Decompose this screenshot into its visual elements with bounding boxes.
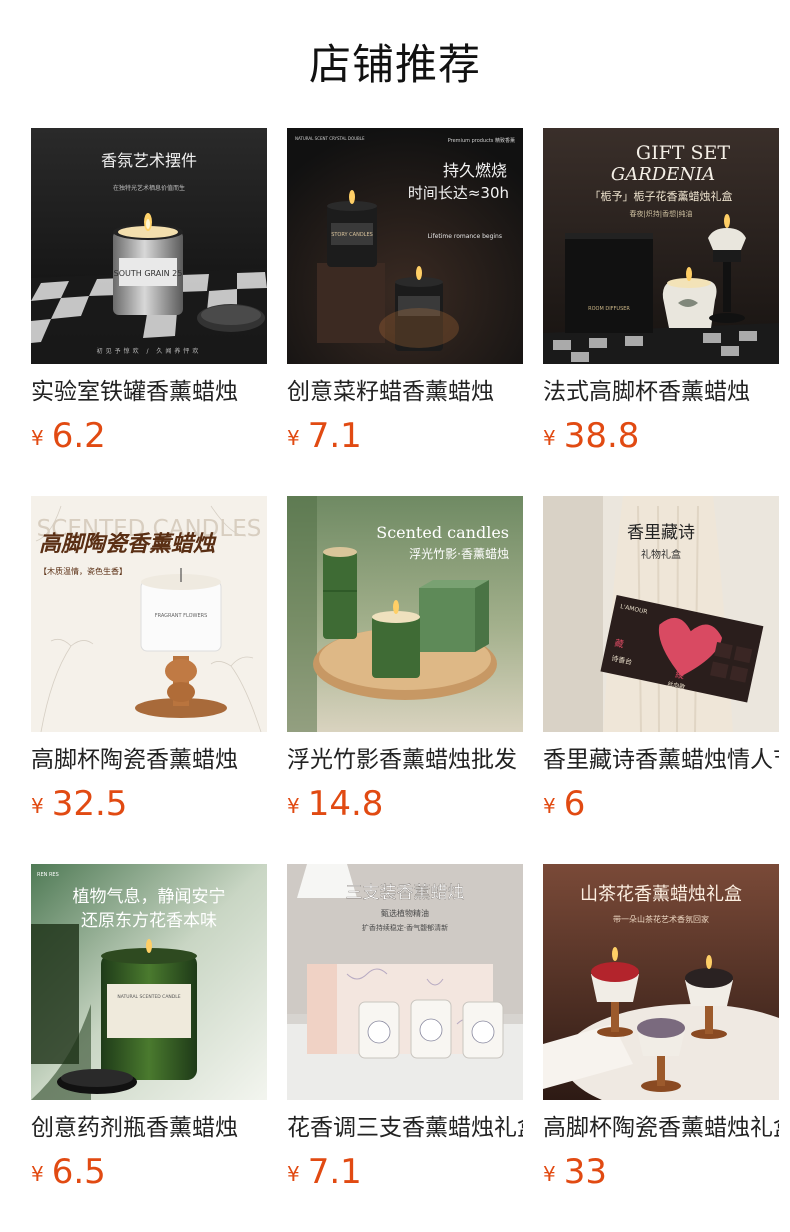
product-card[interactable]: SOUTH GRAIN 25 香氛艺术摆件 在独特光艺术栖息价值而生 初见予惊欢… [31,128,267,468]
currency-symbol: ¥ [31,794,44,818]
product-name[interactable]: 实验室铁罐香薰蜡烛 [31,376,267,408]
product-name[interactable]: 香里藏诗香薰蜡烛情人节 [543,744,779,776]
image-box-label: ROOM DIFFUSER [588,306,630,312]
product-name[interactable]: 高脚杯陶瓷香薰蜡烛 [31,744,267,776]
currency-symbol: ¥ [543,426,556,450]
image-label-text: NATURAL SCENTED CANDLE [117,994,180,1000]
image-label-text: FRAGRANT FLOWERS [155,613,208,619]
image-tag-text: 【木质温情，瓷色生香】 [39,566,127,576]
image-headline-text: GIFT SET [636,142,730,164]
product-name[interactable]: 法式高脚杯香薰蜡烛 [543,376,779,408]
page-title: 店铺推荐 [308,40,481,89]
page-header: 店铺推荐 [0,30,790,100]
product-name[interactable]: 创意菜籽蜡香薰蜡烛 [287,376,523,408]
product-image[interactable]: SOUTH GRAIN 25 香氛艺术摆件 在独特光艺术栖息价值而生 初见予惊欢… [31,128,267,364]
image-subline-text: 「栀予」栀子花香薰蜡烛礼盒 [590,189,733,203]
product-card[interactable]: 三支装香薰蜡烛 甄选植物精油 扩香持续稳定·香气馥郁清新 花香调三支香薰蜡烛礼盒… [287,864,523,1204]
product-price: ¥33 [543,1152,607,1192]
image-label-text: STORY CANDLES [331,232,373,238]
price-value: 7.1 [307,1152,362,1192]
product-card[interactable]: STORY CANDLES NATURAL SCENT CRYSTAL DOUB… [287,128,523,468]
image-headline-text: 高脚陶瓷香薰蜡烛 [39,531,217,557]
currency-symbol: ¥ [287,426,300,450]
product-price: ¥14.8 [287,784,383,824]
image-headline-text: 还原东方花香本味 [81,911,217,931]
price-value: 38.8 [563,416,640,456]
currency-symbol: ¥ [543,794,556,818]
price-value: 6.2 [51,416,106,456]
product-price: ¥7.1 [287,416,362,456]
product-image[interactable]: STORY CANDLES NATURAL SCENT CRYSTAL DOUB… [287,128,523,364]
product-name[interactable]: 花香调三支香薰蜡烛礼盒 [287,1112,523,1144]
image-headline-text: 香里藏诗 [627,523,695,543]
product-image[interactable]: ROOM DIFFUSER GIFT SET GARDENIA 「栀予」栀子花香… [543,128,779,364]
product-card[interactable]: L'AMOUR 藏 诗香台 縱 丝向歌 香里藏诗 礼物礼盒 香里藏诗香薰蜡烛情人… [543,496,779,836]
image-subline-text: 春夜|炽持|香想|纯油 [629,209,692,218]
product-card[interactable]: SCENTED CANDLES 高脚陶瓷香薰蜡烛 【木质温情，瓷色生香】 FRA… [31,496,267,836]
product-card[interactable]: NATURAL SCENTED CANDLE REN RES 植物气息，静闻安宁… [31,864,267,1204]
price-value: 6.5 [51,1152,106,1192]
image-headline-text: 三支装香薰蜡烛 [346,883,465,903]
price-value: 6 [563,784,586,824]
image-subline-text: 礼物礼盒 [641,548,681,561]
product-name[interactable]: 创意药剂瓶香薰蜡烛 [31,1112,267,1144]
product-image[interactable]: L'AMOUR 藏 诗香台 縱 丝向歌 香里藏诗 礼物礼盒 [543,496,779,732]
image-headline-text: 山茶花香薰蜡烛礼盒 [580,884,742,905]
currency-symbol: ¥ [287,794,300,818]
image-corner-text: NATURAL SCENT CRYSTAL DOUBLE [295,136,365,141]
product-name[interactable]: 浮光竹影香薰蜡烛批发 [287,744,523,776]
image-subline-text: 扩香持续稳定·香气馥郁清新 [362,923,448,932]
image-headline-text: 植物气息，静闻安宁 [73,887,226,907]
image-headline-text: 时间长达≈30h [408,184,509,202]
price-value: 33 [563,1152,607,1192]
product-image[interactable]: NATURAL SCENTED CANDLE REN RES 植物气息，静闻安宁… [31,864,267,1100]
image-headline-text: 香氛艺术摆件 [101,151,197,170]
image-bottom-text: 初见予惊欢 / 久闻养怦欢 [97,347,202,355]
product-card[interactable]: Scented candles 浮光竹影·香薰蜡烛 浮光竹影香薰蜡烛批发 ¥14… [287,496,523,836]
price-value: 32.5 [51,784,128,824]
image-subline-text: 浮光竹影·香薰蜡烛 [409,547,509,561]
currency-symbol: ¥ [31,426,44,450]
product-price: ¥6.2 [31,416,106,456]
product-image[interactable]: Scented candles 浮光竹影·香薰蜡烛 [287,496,523,732]
product-price: ¥6 [543,784,585,824]
product-card[interactable]: 山茶花香薰蜡烛礼盒 带一朵山茶花艺术香氛回家 高脚杯陶瓷香薰蜡烛礼盒 ¥33 [543,864,779,1204]
price-value: 14.8 [307,784,384,824]
image-subline-text: 在独特光艺术栖息价值而生 [113,184,185,192]
product-price: ¥7.1 [287,1152,362,1192]
product-image[interactable]: 山茶花香薰蜡烛礼盒 带一朵山茶花艺术香氛回家 [543,864,779,1100]
image-subline-text: 甄选植物精油 [381,908,429,918]
currency-symbol: ¥ [543,1162,556,1186]
image-tagline-text: Lifetime romance begins [428,233,502,240]
product-price: ¥6.5 [31,1152,106,1192]
product-image[interactable]: SCENTED CANDLES 高脚陶瓷香薰蜡烛 【木质温情，瓷色生香】 FRA… [31,496,267,732]
image-label-text: SOUTH GRAIN 25 [114,269,183,278]
image-corner-text: REN RES [37,872,59,878]
image-corner-text: Premium products 精致香薰 [448,137,515,144]
image-subline-text: 带一朵山茶花艺术香氛回家 [613,914,709,924]
price-value: 7.1 [307,416,362,456]
product-image[interactable]: 三支装香薰蜡烛 甄选植物精油 扩香持续稳定·香气馥郁清新 [287,864,523,1100]
product-price: ¥38.8 [543,416,639,456]
image-headline-text: GARDENIA [611,164,715,185]
image-headline-text: Scented candles [376,523,509,542]
currency-symbol: ¥ [287,1162,300,1186]
product-price: ¥32.5 [31,784,127,824]
product-card[interactable]: ROOM DIFFUSER GIFT SET GARDENIA 「栀予」栀子花香… [543,128,779,468]
product-name[interactable]: 高脚杯陶瓷香薰蜡烛礼盒 [543,1112,779,1144]
image-headline-text: 持久燃烧 [443,161,507,180]
currency-symbol: ¥ [31,1162,44,1186]
